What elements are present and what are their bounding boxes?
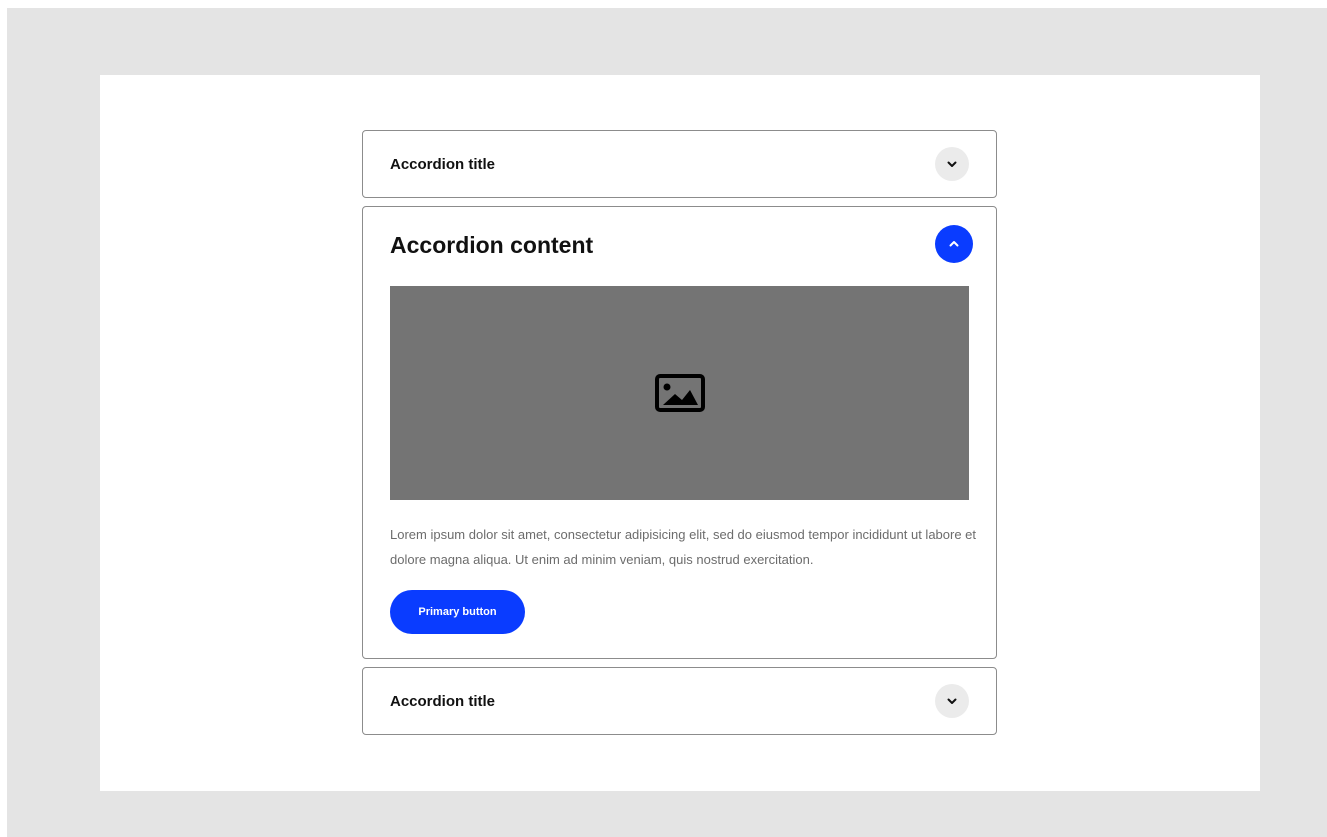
accordion-item-title: Accordion title <box>390 156 496 173</box>
accordion-item-2: Accordion content Lorem ipsum dolor sit … <box>362 206 997 659</box>
accordion-item-1[interactable]: Accordion title <box>362 130 997 198</box>
content-canvas: Accordion title Accordion content Lorem … <box>100 75 1260 791</box>
accordion-body-text: Lorem ipsum dolor sit amet, consectetur … <box>390 527 977 567</box>
primary-button[interactable]: Primary button <box>390 590 525 634</box>
accordion-collapse-button[interactable] <box>935 225 973 263</box>
image-placeholder-icon <box>654 374 705 412</box>
accordion-item-title: Accordion title <box>390 693 496 710</box>
accordion-toggle-button[interactable] <box>935 684 969 718</box>
chevron-down-icon <box>947 161 957 167</box>
accordion: Accordion title Accordion content Lorem … <box>362 130 997 735</box>
media-placeholder <box>390 286 969 500</box>
chevron-up-icon <box>949 241 959 247</box>
accordion-toggle-button[interactable] <box>935 147 969 181</box>
accordion-item-3[interactable]: Accordion title <box>362 667 997 735</box>
chevron-down-icon <box>947 698 957 704</box>
accordion-content-heading: Accordion content <box>390 232 594 258</box>
page-backdrop: Accordion title Accordion content Lorem … <box>7 8 1327 837</box>
